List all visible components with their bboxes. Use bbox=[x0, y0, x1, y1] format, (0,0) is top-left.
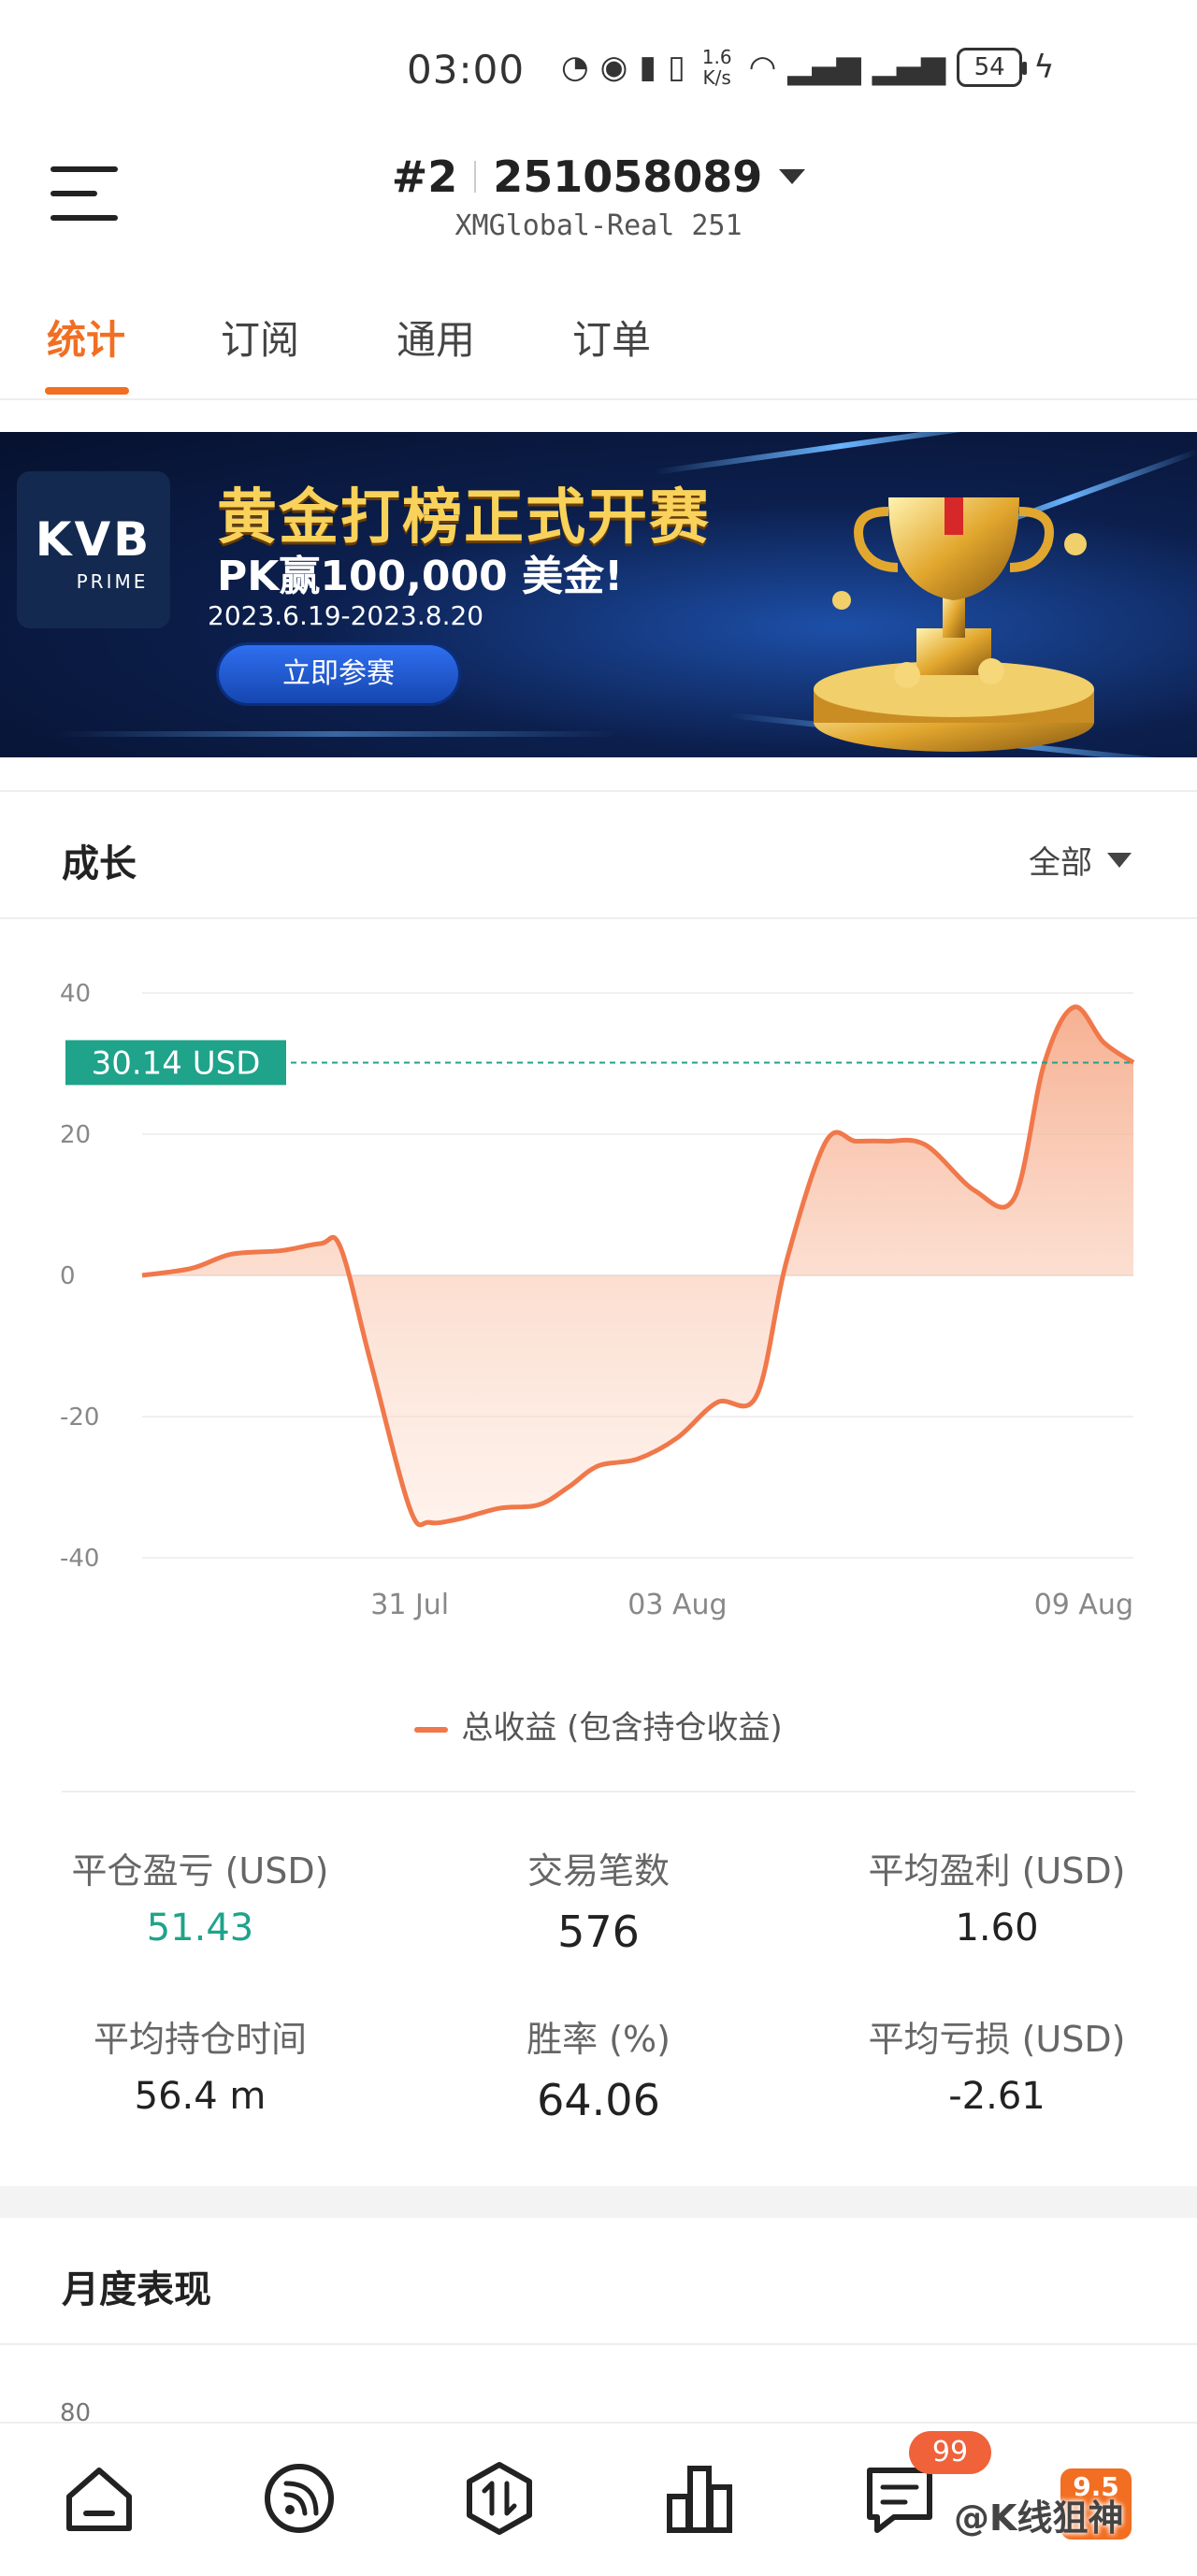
server-name: XMGlobal-Real 251 bbox=[454, 209, 743, 242]
network-speed-value: 1.6 bbox=[701, 46, 732, 68]
reference-label: 30.14 USD bbox=[92, 1044, 261, 1082]
nav-statistics[interactable] bbox=[660, 2459, 739, 2538]
tab-subscribe[interactable]: 订阅 bbox=[221, 309, 299, 366]
y-tick-label: 20 bbox=[60, 1121, 91, 1149]
network-speed: 1.6 K/s bbox=[702, 47, 732, 88]
growth-title: 成长 bbox=[62, 842, 137, 885]
divider bbox=[62, 1791, 1135, 1792]
join-button[interactable]: 立即参赛 bbox=[219, 645, 458, 703]
stat-closed-pnl: 平仓盈亏 (USD) 51.43 bbox=[4, 1842, 397, 1950]
battery-icon: 54 bbox=[957, 48, 1028, 87]
range-select[interactable]: 全部 bbox=[1029, 837, 1132, 883]
monthly-header: 月度表现 bbox=[0, 2218, 1197, 2345]
signal-icon: ▂▄▆ bbox=[872, 49, 946, 86]
banner-dates: 2023.6.19-2023.8.20 bbox=[208, 600, 484, 631]
nav-home[interactable] bbox=[60, 2459, 138, 2538]
y-tick-label: -40 bbox=[60, 1545, 99, 1573]
nfc-icon: ▮ bbox=[639, 49, 657, 86]
wifi-icon: ◠ bbox=[748, 49, 777, 86]
feed-icon bbox=[265, 2464, 334, 2533]
status-icons: ◔ ◉ ▮ ▯ 1.6 K/s ◠ ▂▄▆ ▂▄▆ 54 ϟ bbox=[561, 47, 1055, 88]
x-tick-label: 31 Jul bbox=[370, 1589, 449, 1621]
stat-avg-hold-time: 平均持仓时间 56.4 m bbox=[4, 2010, 397, 2118]
network-speed-unit: K/s bbox=[702, 66, 731, 89]
series-area bbox=[142, 1006, 1133, 1525]
stat-avg-loss: 平均亏损 (USD) -2.61 bbox=[800, 2010, 1193, 2118]
stat-win-rate: 胜率 (%) 64.06 bbox=[402, 2010, 795, 2125]
stat-label: 平均持仓时间 bbox=[93, 2019, 307, 2060]
stat-avg-profit: 平均盈利 (USD) 1.60 bbox=[800, 1842, 1193, 1950]
x-tick-label: 03 Aug bbox=[627, 1589, 727, 1621]
nav-trade[interactable] bbox=[460, 2459, 539, 2538]
separator bbox=[474, 161, 477, 193]
monthly-title: 月度表现 bbox=[62, 2268, 211, 2311]
account-rank: #2 bbox=[391, 151, 458, 202]
banner-subtitle: PK赢100,000 美金! bbox=[217, 553, 624, 600]
data-saver-icon: ◔ bbox=[561, 49, 589, 86]
eye-comfort-icon: ◉ bbox=[599, 49, 628, 86]
stat-value: 1.60 bbox=[955, 1907, 1039, 1950]
stat-label: 平均亏损 (USD) bbox=[868, 2019, 1126, 2060]
home-icon bbox=[66, 2468, 132, 2531]
caret-down-icon bbox=[1107, 852, 1132, 868]
trophy-icon bbox=[814, 497, 1094, 752]
app-header: #2 251058089 XMGlobal-Real 251 bbox=[0, 140, 1197, 252]
x-tick-label: 09 Aug bbox=[1034, 1589, 1133, 1621]
account-selector[interactable]: #2 251058089 XMGlobal-Real 251 bbox=[0, 151, 1197, 242]
stat-label: 交易笔数 bbox=[526, 1850, 670, 1892]
status-time: 03:00 bbox=[407, 47, 526, 93]
charging-icon: ϟ bbox=[1033, 49, 1055, 86]
section-gap bbox=[0, 2186, 1197, 2218]
watermark: @K线狙神 bbox=[954, 2497, 1124, 2539]
chart-legend: 总收益 (包含持仓收益) bbox=[0, 1702, 1197, 1748]
promo-banner[interactable]: KVB PRIME 黄金打榜正式开赛 PK赢100,000 美金! 2023.6… bbox=[0, 432, 1197, 757]
message-badge: 99 bbox=[909, 2431, 991, 2474]
vibrate-icon: ▯ bbox=[668, 49, 685, 86]
y-tick-label: -20 bbox=[60, 1403, 99, 1432]
stat-label: 胜率 (%) bbox=[526, 2019, 671, 2060]
bottom-nav: 99 9.5 @K线狙神 bbox=[0, 2422, 1197, 2576]
account-number: 251058089 bbox=[493, 151, 763, 202]
trade-icon bbox=[467, 2462, 532, 2535]
caret-down-icon bbox=[779, 169, 806, 184]
active-tab-indicator bbox=[45, 387, 129, 395]
stat-trade-count: 交易笔数 576 bbox=[402, 1842, 795, 1957]
tab-statistics[interactable]: 统计 bbox=[47, 309, 125, 366]
growth-chart: 40 20 0 -20 -40 31 Jul 03 Aug 09 Aug 30.14 USD bbox=[0, 935, 1197, 1646]
y-tick-label: 0 bbox=[60, 1262, 76, 1290]
legend-swatch bbox=[414, 1726, 449, 1733]
growth-header: 成长 全部 bbox=[0, 790, 1197, 919]
stat-value: 576 bbox=[557, 1907, 640, 1957]
status-bar: 03:00 ◔ ◉ ▮ ▯ 1.6 K/s ◠ ▂▄▆ ▂▄▆ 54 ϟ bbox=[0, 0, 1197, 140]
tab-general[interactable]: 通用 bbox=[397, 309, 475, 366]
stat-value: 51.43 bbox=[146, 1907, 254, 1950]
legend-label: 总收益 (包含持仓收益) bbox=[461, 1709, 783, 1747]
kvb-logo: KVB PRIME bbox=[17, 471, 170, 628]
tab-orders[interactable]: 订单 bbox=[572, 309, 651, 366]
stat-value: 64.06 bbox=[537, 2075, 660, 2125]
chart-bar-icon bbox=[667, 2466, 732, 2533]
stat-value: 56.4 m bbox=[134, 2075, 267, 2118]
growth-chart-svg: 40 20 0 -20 -40 31 Jul 03 Aug 09 Aug 30.14 USD bbox=[60, 980, 1135, 1621]
signal-icon: ▂▄▆ bbox=[787, 49, 861, 86]
stat-label: 平仓盈亏 (USD) bbox=[71, 1850, 329, 1892]
nav-feed[interactable] bbox=[260, 2459, 339, 2538]
tab-bar: 统计 订阅 通用 订单 bbox=[0, 290, 1197, 400]
stat-value: -2.61 bbox=[948, 2075, 1046, 2118]
stats-grid: 平仓盈亏 (USD) 51.43 交易笔数 576 平均盈利 (USD) 1.6… bbox=[0, 1833, 1197, 2169]
range-value: 全部 bbox=[1029, 844, 1092, 882]
y-tick-label: 40 bbox=[60, 980, 91, 1008]
stat-label: 平均盈利 (USD) bbox=[868, 1850, 1126, 1892]
